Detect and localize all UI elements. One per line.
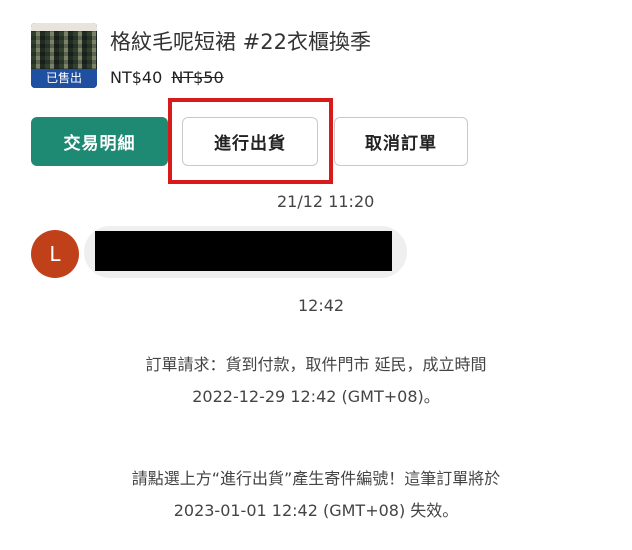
price-row: NT$40 NT$50	[110, 68, 224, 87]
product-title[interactable]: 格紋毛呢短裙 #22衣櫃換季	[110, 26, 371, 56]
redacted-message	[95, 231, 392, 271]
order-request-message: 訂單請求：貨到付款，取件門市 延民，成立時間 2022-12-29 12:42 …	[40, 349, 592, 413]
transaction-details-button[interactable]: 交易明細	[31, 117, 168, 166]
sold-badge: 已售出	[31, 69, 97, 88]
ship-reminder-line: 請點選上方“進行出貨”產生寄件編號！這筆訂單將於	[131, 469, 501, 488]
chat-timestamp: 21/12 11:20	[277, 192, 375, 211]
product-thumbnail[interactable]: 已售出	[31, 23, 97, 88]
current-price: NT$40	[110, 68, 163, 87]
ship-reminder-message: 請點選上方“進行出貨”產生寄件編號！這筆訂單將於 2023-01-01 12:4…	[40, 463, 592, 527]
avatar[interactable]: L	[31, 230, 79, 278]
order-request-line: 訂單請求：貨到付款，取件門市 延民，成立時間	[145, 355, 487, 374]
chat-timestamp: 12:42	[298, 296, 345, 315]
cancel-order-button[interactable]: 取消訂單	[334, 117, 468, 166]
highlight-annotation	[168, 98, 333, 184]
ship-reminder-line: 2023-01-01 12:42 (GMT+08) 失效。	[173, 501, 459, 520]
thumbnail-detail	[31, 23, 97, 31]
order-request-line: 2022-12-29 12:42 (GMT+08)。	[192, 387, 440, 406]
original-price: NT$50	[171, 68, 224, 87]
